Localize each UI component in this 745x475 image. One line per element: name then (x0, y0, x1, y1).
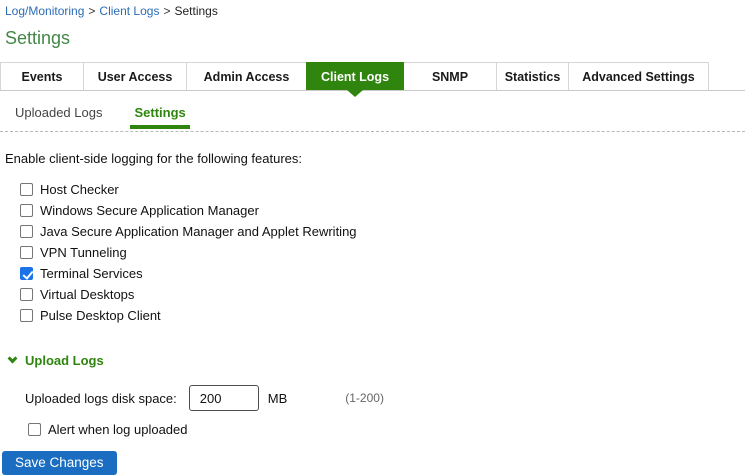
breadcrumb: Log/Monitoring > Client Logs > Settings (0, 0, 745, 18)
checkbox-alert-when-log-uploaded[interactable] (28, 423, 41, 436)
features-intro-text: Enable client-side logging for the follo… (5, 151, 303, 166)
checkbox-label: Windows Secure Application Manager (40, 203, 259, 218)
feature-row-wsam: Windows Secure Application Manager (0, 200, 745, 221)
checkbox-jsam[interactable] (20, 225, 33, 238)
checkbox-label: Terminal Services (40, 266, 143, 281)
breadcrumb-current: Settings (174, 4, 218, 18)
disk-space-label: Uploaded logs disk space: (25, 390, 177, 406)
feature-row-vpn-tunneling: VPN Tunneling (0, 242, 745, 263)
tab-events[interactable]: Events (0, 62, 84, 90)
breadcrumb-link-client-logs[interactable]: Client Logs (99, 4, 159, 18)
checkbox-label: Virtual Desktops (40, 287, 135, 302)
subtab-settings[interactable]: Settings (130, 105, 190, 129)
tab-advanced-settings[interactable]: Advanced Settings (568, 62, 709, 90)
chevron-down-icon (7, 353, 18, 364)
disk-space-range-hint: (1-200) (345, 391, 384, 405)
disk-space-unit: MB (267, 390, 288, 406)
breadcrumb-separator: > (88, 4, 96, 18)
tab-snmp[interactable]: SNMP (403, 62, 497, 90)
checkbox-host-checker[interactable] (20, 183, 33, 196)
feature-checkbox-list: Host Checker Windows Secure Application … (0, 179, 745, 326)
save-changes-button[interactable]: Save Changes (2, 451, 117, 475)
tab-user-access[interactable]: User Access (83, 62, 187, 90)
alert-row: Alert when log uploaded (0, 419, 745, 440)
checkbox-label: Host Checker (40, 182, 119, 197)
log-tabs: Events User Access Admin Access Client L… (0, 62, 745, 91)
checkbox-label: Alert when log uploaded (48, 422, 188, 437)
tab-statistics[interactable]: Statistics (496, 62, 569, 90)
tab-admin-access[interactable]: Admin Access (186, 62, 307, 90)
feature-row-host-checker: Host Checker (0, 179, 745, 200)
checkbox-label: Java Secure Application Manager and Appl… (40, 224, 357, 239)
feature-row-terminal-services: Terminal Services (0, 263, 745, 284)
dashed-divider (0, 131, 745, 132)
checkbox-label: Pulse Desktop Client (40, 308, 161, 323)
breadcrumb-separator: > (163, 4, 171, 18)
client-logs-subtabs: Uploaded Logs Settings (0, 105, 745, 129)
upload-logs-section-title: Upload Logs (25, 353, 104, 368)
feature-row-virtual-desktops: Virtual Desktops (0, 284, 745, 305)
tab-client-logs[interactable]: Client Logs (306, 62, 404, 90)
feature-row-jsam: Java Secure Application Manager and Appl… (0, 221, 745, 242)
breadcrumb-link-log-monitoring[interactable]: Log/Monitoring (5, 4, 84, 18)
checkbox-label: VPN Tunneling (40, 245, 127, 260)
subtab-uploaded-logs[interactable]: Uploaded Logs (11, 105, 106, 129)
checkbox-wsam[interactable] (20, 204, 33, 217)
disk-space-input[interactable] (188, 385, 259, 411)
upload-logs-section-header[interactable]: Upload Logs (7, 353, 745, 368)
disk-space-row: Uploaded logs disk space: MB (1-200) (0, 385, 745, 411)
feature-row-pulse-desktop-client: Pulse Desktop Client (0, 305, 745, 326)
checkbox-terminal-services[interactable] (20, 267, 33, 280)
page-title: Settings (5, 28, 71, 48)
checkbox-pulse-desktop-client[interactable] (20, 309, 33, 322)
checkbox-virtual-desktops[interactable] (20, 288, 33, 301)
checkbox-vpn-tunneling[interactable] (20, 246, 33, 259)
